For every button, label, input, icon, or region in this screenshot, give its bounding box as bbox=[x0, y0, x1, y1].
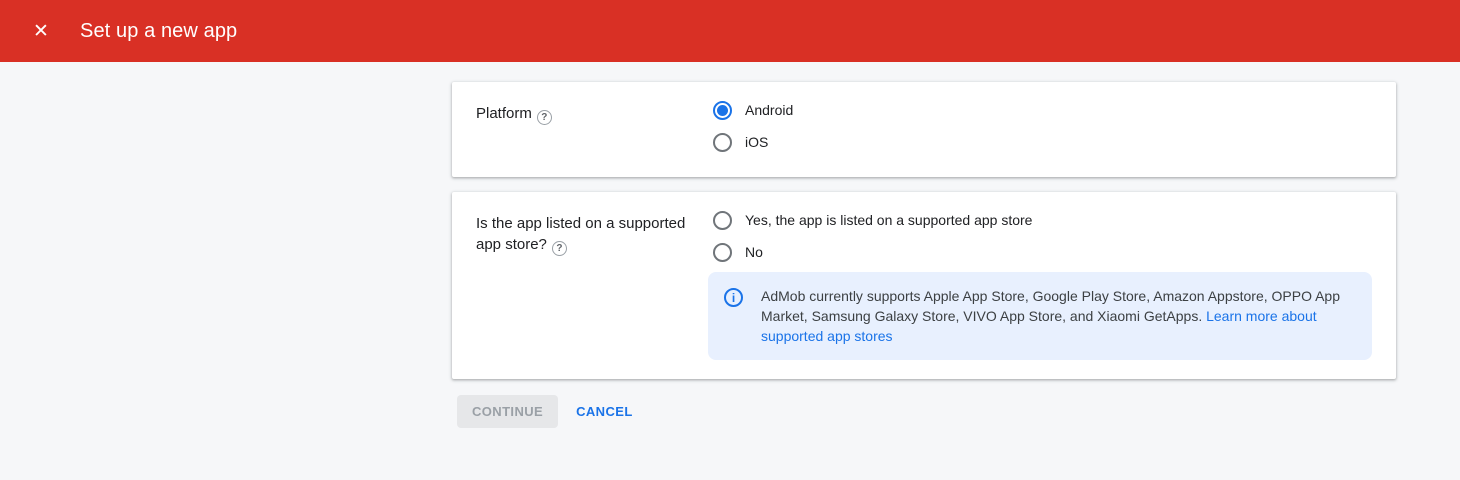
radio-store-no[interactable]: No bbox=[708, 236, 1372, 268]
radio-store-no-icon[interactable] bbox=[713, 243, 732, 262]
radio-ios[interactable]: iOS bbox=[708, 126, 1372, 158]
info-icon: i bbox=[724, 288, 743, 307]
close-icon[interactable]: ✕ bbox=[26, 16, 56, 46]
platform-label: Platform bbox=[476, 105, 532, 122]
page-title: Set up a new app bbox=[80, 20, 237, 43]
app-store-question-label: Is the app listed on a supported app sto… bbox=[476, 215, 685, 253]
radio-store-no-label: No bbox=[745, 244, 763, 260]
radio-store-yes-icon[interactable] bbox=[713, 211, 732, 230]
radio-ios-label: iOS bbox=[745, 134, 768, 150]
platform-options: Android iOS bbox=[708, 94, 1372, 158]
cancel-button[interactable]: CANCEL bbox=[576, 404, 633, 419]
supported-stores-notice: i AdMob currently supports Apple App Sto… bbox=[708, 272, 1372, 360]
app-store-options: Yes, the app is listed on a supported ap… bbox=[708, 204, 1372, 360]
platform-label-col: Platform? bbox=[476, 94, 708, 158]
app-store-help-icon[interactable]: ? bbox=[552, 241, 567, 256]
dialog-header: ✕ Set up a new app bbox=[0, 0, 1460, 62]
setup-form: Platform? Android iOS Is the app listed … bbox=[452, 62, 1396, 428]
radio-android-label: Android bbox=[745, 102, 793, 118]
continue-button[interactable]: CONTINUE bbox=[457, 395, 558, 428]
app-store-card: Is the app listed on a supported app sto… bbox=[452, 192, 1396, 379]
radio-store-yes-label: Yes, the app is listed on a supported ap… bbox=[745, 212, 1032, 228]
radio-ios-icon[interactable] bbox=[713, 133, 732, 152]
platform-help-icon[interactable]: ? bbox=[537, 110, 552, 125]
supported-stores-text: AdMob currently supports Apple App Store… bbox=[761, 286, 1354, 346]
radio-store-yes[interactable]: Yes, the app is listed on a supported ap… bbox=[708, 204, 1372, 236]
radio-android-icon[interactable] bbox=[713, 101, 732, 120]
radio-android[interactable]: Android bbox=[708, 94, 1372, 126]
dialog-actions: CONTINUE CANCEL bbox=[457, 395, 1396, 428]
app-store-label-col: Is the app listed on a supported app sto… bbox=[476, 204, 708, 360]
platform-card: Platform? Android iOS bbox=[452, 82, 1396, 177]
